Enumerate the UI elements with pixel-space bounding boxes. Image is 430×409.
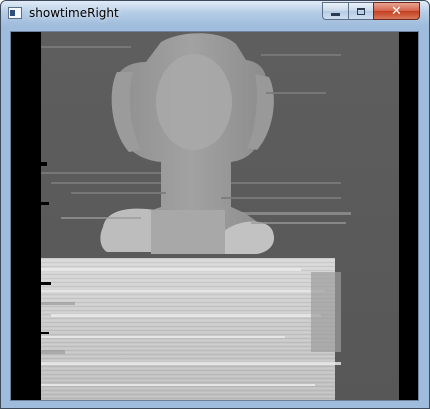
app-window-icon xyxy=(8,7,22,19)
minimize-icon xyxy=(331,12,340,16)
statue-head xyxy=(156,54,232,150)
disparity-image xyxy=(35,32,399,400)
image-view xyxy=(10,31,419,401)
close-button[interactable]: ✕ xyxy=(373,2,420,20)
minimize-button[interactable] xyxy=(322,2,349,20)
title-bar[interactable]: showtimeRight ✕ xyxy=(1,1,429,27)
close-icon: ✕ xyxy=(391,3,402,19)
maximize-button[interactable] xyxy=(348,2,374,20)
app-window: showtimeRight ✕ xyxy=(0,0,430,409)
window-title: showtimeRight xyxy=(29,6,119,20)
maximize-icon xyxy=(357,7,365,15)
